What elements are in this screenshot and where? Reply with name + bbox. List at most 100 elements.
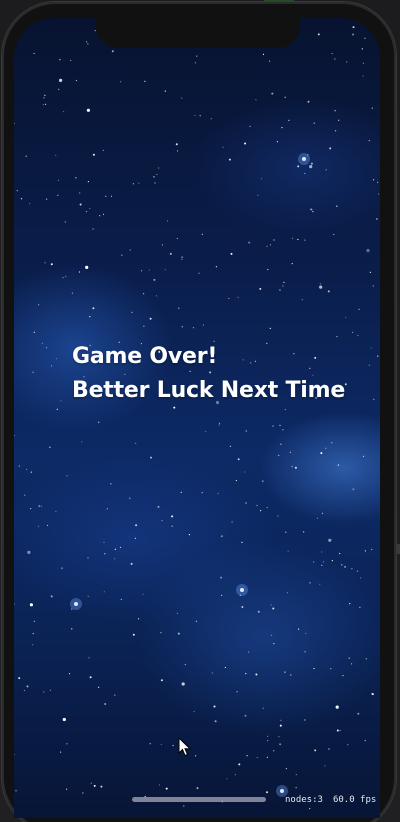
star: [165, 787, 168, 790]
star: [103, 541, 105, 544]
star: [33, 620, 35, 622]
star: [24, 494, 26, 496]
star: [155, 295, 158, 297]
star: [344, 565, 347, 568]
star: [229, 445, 231, 447]
star: [23, 689, 25, 692]
star: [266, 245, 268, 247]
star: [92, 228, 94, 230]
star: [177, 632, 180, 635]
star: [255, 99, 257, 101]
star: [269, 244, 272, 246]
star: [81, 441, 83, 443]
star: [222, 146, 224, 148]
fps-label: 60.0 fps: [332, 795, 377, 805]
star: [319, 285, 323, 289]
star: [321, 564, 323, 566]
star: [291, 263, 293, 265]
star: [26, 685, 29, 688]
star: [92, 307, 95, 310]
star: [349, 603, 351, 605]
star: [371, 107, 373, 109]
star: [18, 465, 20, 467]
star: [49, 446, 51, 448]
star: [325, 169, 327, 171]
star: [351, 568, 353, 570]
star: [213, 705, 216, 708]
starfield-background: [14, 18, 380, 810]
star: [294, 466, 297, 469]
star: [313, 561, 315, 563]
star: [89, 676, 92, 679]
star: [352, 33, 355, 36]
star: [184, 663, 186, 666]
star: [352, 488, 355, 491]
star: [245, 502, 247, 504]
star: [313, 667, 315, 670]
star: [134, 537, 136, 539]
star: [331, 442, 333, 444]
star: [106, 508, 108, 510]
star: [369, 271, 371, 273]
star: [364, 740, 366, 742]
star: [70, 59, 72, 62]
star: [104, 553, 106, 555]
star: [297, 165, 300, 168]
star: [37, 525, 40, 527]
star: [336, 336, 338, 338]
star: [103, 591, 105, 593]
star: [279, 424, 281, 426]
star: [63, 111, 65, 113]
star: [244, 471, 246, 473]
star: [154, 182, 156, 184]
game-scene[interactable]: [14, 18, 380, 818]
star: [364, 550, 366, 552]
star: [331, 560, 333, 562]
star: [58, 88, 60, 90]
star: [44, 262, 46, 264]
star: [79, 192, 81, 194]
star: [348, 657, 350, 659]
star: [303, 531, 305, 533]
star: [368, 140, 370, 142]
star: [60, 751, 62, 753]
star: [60, 400, 62, 402]
star: [198, 272, 200, 274]
star: [224, 666, 226, 669]
home-indicator[interactable]: [132, 797, 266, 802]
star: [129, 249, 131, 251]
star: [237, 296, 239, 298]
star: [175, 143, 178, 146]
star: [362, 62, 365, 64]
star: [248, 241, 251, 244]
star: [29, 603, 33, 607]
star: [14, 603, 15, 605]
star: [114, 548, 116, 551]
star: [331, 52, 333, 55]
star: [138, 618, 140, 620]
star: [78, 271, 81, 273]
star: [193, 711, 195, 713]
star: [98, 421, 100, 423]
star: [202, 324, 204, 326]
star: [164, 269, 166, 271]
star: [244, 142, 247, 145]
star: [14, 754, 15, 756]
star: [335, 130, 337, 132]
star: [171, 515, 174, 518]
star: [304, 719, 306, 721]
star: [161, 520, 163, 522]
star: [301, 299, 303, 301]
star: [236, 691, 238, 693]
star: [288, 119, 290, 121]
star: [62, 277, 64, 279]
star: [160, 743, 162, 746]
game-over-subtitle: Better Luck Next Time: [72, 378, 346, 403]
star: [79, 203, 82, 206]
star: [257, 610, 260, 613]
star: [337, 464, 339, 466]
star: [249, 125, 251, 127]
star: [149, 743, 151, 745]
star: [341, 564, 343, 566]
star: [120, 598, 122, 601]
